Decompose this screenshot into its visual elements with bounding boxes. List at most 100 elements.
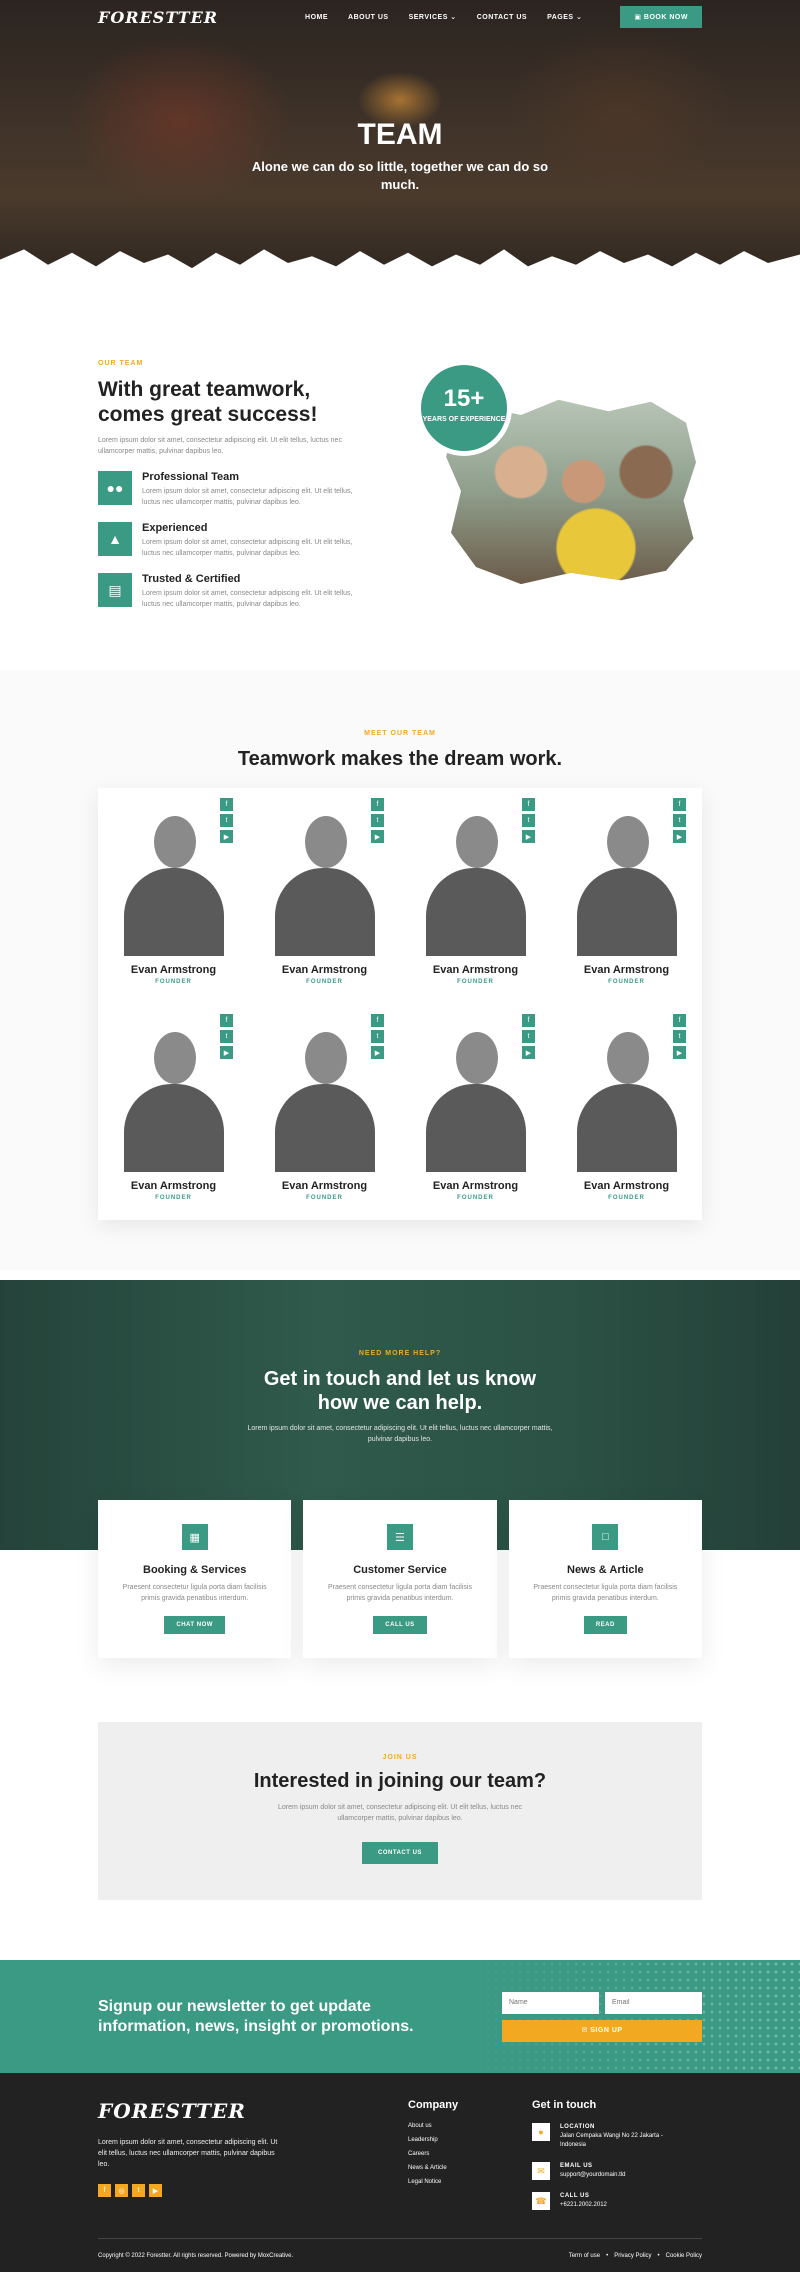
twitter-icon[interactable]: t [673,1030,686,1043]
meet-team-section: MEET OUR TEAM Teamwork makes the dream w… [0,670,800,1270]
twitter-icon[interactable]: t [371,1030,384,1043]
twitter-icon[interactable]: t [132,2184,145,2197]
instagram-icon[interactable]: ◎ [115,2184,128,2197]
twitter-icon[interactable]: t [371,814,384,827]
footer-link-news[interactable]: News & Article [408,2165,532,2171]
nav-about[interactable]: ABOUT US [348,14,389,21]
location-pin-icon: ● [532,2123,550,2141]
contact-us-button[interactable]: CONTACT US [362,1842,438,1864]
document-icon: □ [592,1524,619,1550]
footer: FORESTTER Lorem ipsum dolor sit amet, co… [0,2073,800,2272]
copyright: Copyright © 2022 Forestter. All rights r… [98,2252,294,2259]
logo[interactable]: FORESTTER [98,8,218,27]
terms-link[interactable]: Term of use [569,2253,600,2259]
footer-link-about[interactable]: About us [408,2123,532,2129]
footer-logo[interactable]: FORESTTER [98,2099,408,2123]
touch-heading: Get in touch [532,2099,597,2111]
youtube-icon[interactable]: ▶ [522,1046,535,1059]
call-label: CALL US [560,2193,590,2199]
footer-link-leadership[interactable]: Leadership [408,2137,532,2143]
facebook-icon[interactable]: f [673,1014,686,1027]
youtube-icon[interactable]: ▶ [149,2184,162,2197]
join-section: JOIN US Interested in joining our team? … [0,1658,800,1960]
facebook-icon[interactable]: f [220,1014,233,1027]
email-input[interactable] [605,1991,702,2014]
help-card: □ News & Article Praesent consectetur li… [508,1500,702,1658]
help-card: ☰ Customer Service Praesent consectetur … [303,1500,497,1658]
youtube-icon[interactable]: ▶ [220,1046,233,1059]
nav-links: HOME ABOUT US SERVICES ⌄ CONTACT US PAGE… [305,6,702,28]
youtube-icon[interactable]: ▶ [371,1046,384,1059]
call-us-button[interactable]: CALL US [373,1616,427,1634]
about-section: OUR TEAM With great teamwork, comes grea… [0,280,800,670]
privacy-link[interactable]: Privacy Policy [614,2253,651,2259]
member-role: FOUNDER [457,979,494,985]
card-title: Booking & Services [143,1564,247,1576]
cookie-link[interactable]: Cookie Policy [666,2253,702,2259]
newsletter-section: Signup our newsletter to get update info… [0,1960,800,2073]
name-input[interactable] [502,1991,599,2014]
nav-pages[interactable]: PAGES ⌄ [547,13,582,21]
card-title: News & Article [567,1564,644,1576]
sign-up-button[interactable]: ✉ SIGN UP [502,2019,702,2042]
call-value[interactable]: +6221.2002.2012 [560,2201,607,2210]
envelope-icon: ✉ [532,2162,550,2180]
facebook-icon[interactable]: f [371,798,384,811]
member-name: Evan Armstrong [432,964,519,976]
twitter-icon[interactable]: t [220,1030,233,1043]
join-eyebrow: JOIN US [382,1754,418,1761]
twitter-icon[interactable]: t [220,814,233,827]
member-name: Evan Armstrong [130,964,217,976]
twitter-icon[interactable]: t [522,814,535,827]
facebook-icon[interactable]: f [98,2184,111,2197]
newsletter-form: ✉ SIGN UP [502,1991,702,2042]
book-now-button[interactable]: ▣ BOOK NOW [620,6,702,28]
contact-eyebrow: NEED MORE HELP? [358,1350,442,1357]
member-name: Evan Armstrong [281,1180,368,1192]
youtube-icon[interactable]: ▶ [371,830,384,843]
twitter-icon[interactable]: t [522,1030,535,1043]
footer-socials: f ◎ t ▶ [98,2184,408,2197]
youtube-icon[interactable]: ▶ [673,830,686,843]
member-role: FOUNDER [457,1195,494,1201]
footer-link-legal[interactable]: Legal Notice [408,2179,532,2185]
help-cards: ▦ Booking & Services Praesent consectetu… [98,1500,702,1658]
member-name: Evan Armstrong [130,1180,217,1192]
nav-contact[interactable]: CONTACT US [477,14,527,21]
team-member-card: f t ▶ Evan Armstrong FOUNDER [400,1004,551,1220]
card-text: Praesent consectetur ligula porta diam f… [328,1584,472,1602]
main-nav: FORESTTER HOME ABOUT US SERVICES ⌄ CONTA… [0,0,800,34]
badge-number: 15+ [443,385,485,412]
feature-item: ▲ Experienced Lorem ipsum dolor sit amet… [98,522,368,559]
join-box: JOIN US Interested in joining our team? … [98,1722,702,1900]
hero-subtitle: Alone we can do so little, together we c… [251,159,549,192]
email-value[interactable]: support@yourdomain.tld [560,2171,625,2180]
facebook-icon[interactable]: f [673,798,686,811]
contact-text: Lorem ipsum dolor sit amet, consectetur … [247,1425,553,1443]
team-member-card: f t ▶ Evan Armstrong FOUNDER [249,788,400,1004]
calendar-icon: ▦ [181,1524,208,1550]
read-button[interactable]: READ [583,1616,627,1634]
nav-home[interactable]: HOME [305,14,328,21]
youtube-icon[interactable]: ▶ [220,830,233,843]
member-name: Evan Armstrong [281,964,368,976]
card-text: Praesent consectetur ligula porta diam f… [533,1584,678,1602]
footer-bottom: Copyright © 2022 Forestter. All rights r… [98,2238,702,2272]
footer-link-careers[interactable]: Careers [408,2151,532,2157]
footer-text: Lorem ipsum dolor sit amet, consectetur … [98,2139,278,2168]
nav-services[interactable]: SERVICES ⌄ [409,13,457,21]
card-text: Praesent consectetur ligula porta diam f… [122,1584,267,1602]
location-label: LOCATION [560,2124,595,2130]
about-text: Lorem ipsum dolor sit amet, consectetur … [98,437,342,455]
chat-now-button[interactable]: CHAT NOW [164,1616,225,1634]
youtube-icon[interactable]: ▶ [522,830,535,843]
youtube-icon[interactable]: ▶ [673,1046,686,1059]
twitter-icon[interactable]: t [673,814,686,827]
facebook-icon[interactable]: f [371,1014,384,1027]
page-title: TEAM [357,118,443,151]
facebook-icon[interactable]: f [220,798,233,811]
facebook-icon[interactable]: f [522,798,535,811]
about-media: 15+ YEARS OF EXPERIENCE [416,360,702,590]
facebook-icon[interactable]: f [522,1014,535,1027]
team-member-card: f t ▶ Evan Armstrong FOUNDER [98,1004,249,1220]
